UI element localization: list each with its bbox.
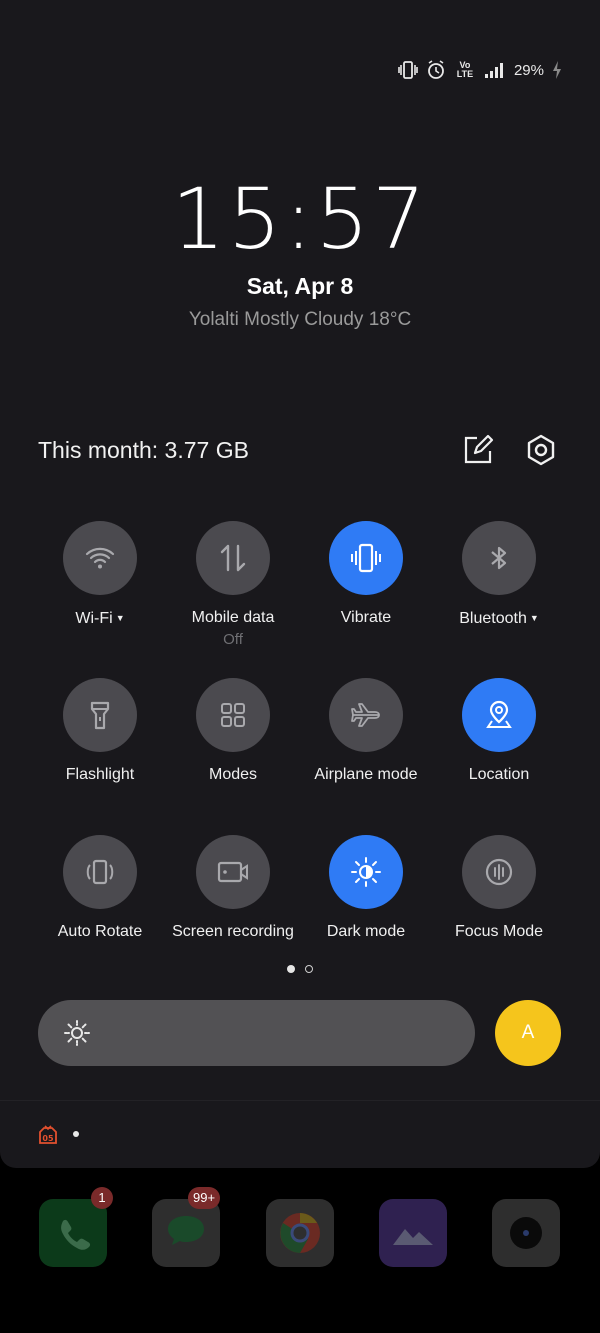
battery-percent: 29% <box>513 61 544 79</box>
location-icon <box>486 700 512 728</box>
page-indicator <box>0 965 600 973</box>
settings-button[interactable] <box>524 433 558 467</box>
quick-settings-panel: Vo LTE 29% 15:57 Sat, Apr 8 Yolalti Most… <box>0 0 600 1168</box>
notification-app-icon[interactable]: 05 <box>38 1125 58 1145</box>
wifi-toggle[interactable] <box>63 521 137 595</box>
tile-label: Dark mode <box>326 923 406 940</box>
page-dot-active[interactable] <box>287 965 295 973</box>
dropdown-arrow-icon[interactable]: ▼ <box>116 613 125 623</box>
tile-flashlight[interactable]: Flashlight <box>33 678 167 785</box>
dark-mode-icon <box>351 857 381 887</box>
focus-mode-toggle[interactable] <box>462 835 536 909</box>
screen-recording-icon <box>217 861 248 883</box>
tile-label: Modes <box>208 766 258 783</box>
tile-vibrate[interactable]: Vibrate <box>299 521 433 628</box>
edit-button[interactable] <box>462 434 494 466</box>
bluetooth-icon <box>491 546 507 570</box>
flashlight-icon <box>90 701 110 730</box>
airplane-icon <box>351 703 380 727</box>
status-bar: Vo LTE 29% <box>398 58 562 82</box>
chrome-icon <box>280 1213 320 1253</box>
signal-icon <box>484 61 506 79</box>
modes-toggle[interactable] <box>196 678 270 752</box>
tile-auto-rotate[interactable]: Auto Rotate <box>33 835 167 942</box>
modes-icon <box>221 703 245 727</box>
tile-mobile-data[interactable]: Mobile data Off <box>166 521 300 650</box>
battery-charging-icon <box>552 61 562 79</box>
tile-wifi[interactable]: Wi-Fi ▼ <box>33 521 167 629</box>
brightness-icon <box>64 1020 90 1046</box>
location-toggle[interactable] <box>462 678 536 752</box>
tile-screen-recording[interactable]: Screen recording <box>166 835 300 942</box>
tile-label: Vibrate <box>340 609 392 626</box>
tile-modes[interactable]: Modes <box>166 678 300 785</box>
tile-label: Airplane mode <box>314 766 418 783</box>
tile-label: Screen recording <box>172 923 294 940</box>
auto-rotate-toggle[interactable] <box>63 835 137 909</box>
airplane-toggle[interactable] <box>329 678 403 752</box>
notification-badge: 99+ <box>188 1187 221 1209</box>
tile-label: Mobile data <box>191 609 275 626</box>
chrome-app[interactable] <box>266 1199 334 1267</box>
data-usage-text[interactable]: This month: 3.77 GB <box>38 437 249 464</box>
notification-dot <box>73 1131 79 1137</box>
auto-rotate-icon <box>86 859 114 885</box>
flashlight-toggle[interactable] <box>63 678 137 752</box>
camera-app[interactable] <box>492 1199 560 1267</box>
tile-label: Auto Rotate <box>57 923 143 940</box>
messages-icon <box>168 1216 204 1245</box>
tile-sublabel: Off <box>223 631 243 648</box>
focus-mode-icon <box>485 858 513 886</box>
tile-label: Flashlight <box>65 766 135 783</box>
mobile-data-icon <box>220 544 246 572</box>
gallery-app[interactable] <box>379 1199 447 1267</box>
network-label: Vo LTE <box>456 60 474 79</box>
wifi-icon <box>85 547 115 569</box>
notification-app-icon-text: 05 <box>42 1134 54 1143</box>
clock-time: 15:57 <box>171 170 429 268</box>
tile-label: Wi-Fi <box>75 610 113 627</box>
tile-dark-mode[interactable]: Dark mode <box>299 835 433 942</box>
weather-info: Yolalti Mostly Cloudy 18°C <box>188 309 412 330</box>
bluetooth-toggle[interactable] <box>462 521 536 595</box>
auto-brightness-button[interactable]: A <box>495 1000 561 1066</box>
tile-airplane-mode[interactable]: Airplane mode <box>299 678 433 785</box>
settings-icon <box>527 434 555 466</box>
tile-label: Bluetooth <box>459 610 527 627</box>
vibrate-icon <box>351 543 381 573</box>
phone-icon <box>61 1219 91 1250</box>
tile-focus-mode[interactable]: Focus Mode <box>432 835 566 942</box>
edit-icon <box>464 434 494 464</box>
vibrate-icon <box>398 61 418 79</box>
vibrate-toggle[interactable] <box>329 521 403 595</box>
tile-label: Focus Mode <box>454 923 544 940</box>
tile-bluetooth[interactable]: Bluetooth ▼ <box>432 521 566 629</box>
brightness-slider[interactable] <box>38 1000 475 1066</box>
divider <box>0 1100 600 1101</box>
phone-app[interactable]: 1 <box>39 1187 113 1267</box>
tile-label: Location <box>468 766 530 783</box>
gallery-icon <box>393 1229 433 1245</box>
alarm-icon <box>426 60 446 80</box>
dark-mode-toggle[interactable] <box>329 835 403 909</box>
clock-date: Sat, Apr 8 <box>246 273 354 299</box>
volte-icon: Vo LTE <box>454 61 476 79</box>
page-dot[interactable] <box>305 965 313 973</box>
camera-icon <box>510 1217 542 1249</box>
dropdown-arrow-icon[interactable]: ▼ <box>530 613 539 623</box>
messages-app[interactable]: 99+ <box>152 1187 221 1267</box>
tile-location[interactable]: Location <box>432 678 566 785</box>
notification-badge: 1 <box>91 1187 113 1209</box>
screen-recording-toggle[interactable] <box>196 835 270 909</box>
mobile-data-toggle[interactable] <box>196 521 270 595</box>
